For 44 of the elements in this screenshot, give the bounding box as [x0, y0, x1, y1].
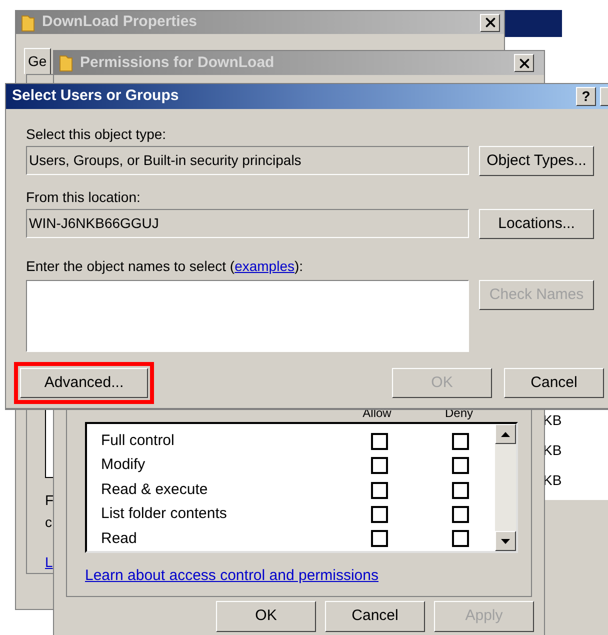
checkbox[interactable] [452, 530, 469, 548]
checkbox[interactable] [371, 530, 388, 548]
folder-icon [58, 54, 74, 72]
checkbox[interactable] [452, 482, 469, 499]
description-text: c [45, 514, 52, 530]
window-title: DownLoad Properties [42, 12, 198, 32]
folder-icon [20, 14, 36, 32]
permission-name: Read & execute [101, 480, 209, 500]
field-label: From this location: [26, 188, 140, 206]
dialog-button[interactable]: Advanced... [20, 368, 148, 398]
scroll-down-button[interactable] [495, 531, 516, 551]
field-label: Select this object type: [26, 125, 166, 143]
checkbox[interactable] [452, 506, 469, 523]
window-title: Select Users or Groups [12, 86, 179, 106]
up-arrow-icon [501, 432, 510, 436]
checkbox[interactable] [371, 457, 388, 474]
checkbox[interactable] [371, 432, 388, 450]
dialog-button[interactable]: Cancel [504, 368, 604, 398]
description-text: F [45, 492, 54, 508]
help-link[interactable]: Learn about access control and permissions [85, 565, 378, 588]
scroll-up-button[interactable] [495, 424, 516, 444]
examples-link[interactable]: examples [234, 258, 294, 274]
names-field[interactable] [26, 280, 470, 352]
scrollbar[interactable] [495, 424, 516, 551]
locations-button[interactable]: Locations... [479, 209, 594, 239]
permission-name: Full control [101, 430, 176, 451]
help-link[interactable]: L [45, 552, 53, 573]
help-button[interactable]: ? [576, 87, 596, 106]
checkbox[interactable] [371, 482, 388, 499]
dialog-button[interactable]: OK [216, 601, 316, 632]
dialog-button[interactable]: Cancel [325, 601, 425, 632]
text-field[interactable]: WIN-J6NKB66GGUJ [26, 209, 470, 238]
checkbox[interactable] [452, 432, 469, 450]
checkbox[interactable] [452, 457, 469, 474]
object-types-button[interactable]: Object Types... [479, 146, 594, 176]
names-label: Enter the object names to select (examples): [26, 257, 304, 275]
down-arrow-icon [501, 538, 510, 544]
permission-name: Modify [101, 455, 146, 476]
checkbox[interactable] [371, 506, 388, 523]
permission-name: List folder contents [101, 504, 228, 524]
permission-name: Read [101, 528, 138, 549]
tab[interactable]: Ge [24, 48, 51, 74]
window-title: Permissions for DownLoad [80, 52, 274, 73]
text-field[interactable]: Users, Groups, or Built-in security principals [26, 146, 470, 175]
